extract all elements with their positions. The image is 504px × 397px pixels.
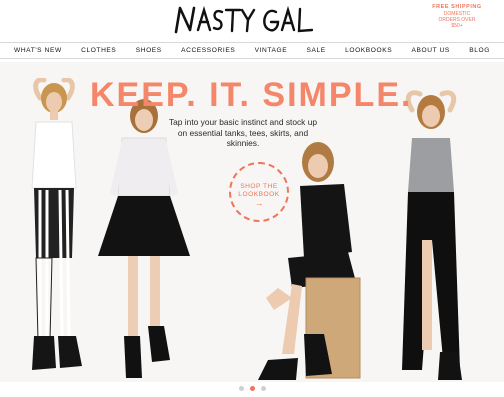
hero-tagline: Tap into your basic instinct and stock u… xyxy=(168,117,318,148)
free-shipping-line3: $50+ xyxy=(451,23,463,29)
nav-whats-new[interactable]: WHAT'S NEW xyxy=(14,47,62,54)
hero-headline: KEEP. IT. SIMPLE. xyxy=(90,76,413,114)
site-header: FREE SHIPPING DOMESTIC ORDERS OVER $50+ xyxy=(0,0,504,42)
arrow-right-icon: → xyxy=(254,198,264,208)
carousel-dot-1[interactable] xyxy=(238,386,244,391)
carousel-dot-3[interactable] xyxy=(260,386,266,391)
model-grey-tank-maxi xyxy=(402,90,462,380)
nav-shoes[interactable]: SHOES xyxy=(136,47,162,54)
carousel-pagination xyxy=(0,386,504,396)
hero-banner[interactable]: KEEP. IT. SIMPLE. Tap into your basic in… xyxy=(0,62,504,382)
nav-sale[interactable]: SALE xyxy=(307,47,326,54)
carousel-dot-2[interactable] xyxy=(249,386,255,391)
nav-blog[interactable]: BLOG xyxy=(469,47,490,54)
nav-lookbooks[interactable]: LOOKBOOKS xyxy=(345,47,392,54)
brand-logo[interactable] xyxy=(170,2,320,38)
main-nav: WHAT'S NEW CLOTHES SHOES ACCESSORIES VIN… xyxy=(0,42,504,59)
model-striped-leggings xyxy=(31,78,82,370)
cta-label: SHOP THE LOOKBOOK xyxy=(238,183,280,198)
nav-accessories[interactable]: ACCESSORIES xyxy=(181,47,235,54)
nav-about-us[interactable]: ABOUT US xyxy=(412,47,450,54)
logo-wordmark xyxy=(174,5,314,34)
nav-vintage[interactable]: VINTAGE xyxy=(255,47,288,54)
shop-lookbook-button[interactable]: SHOP THE LOOKBOOK → xyxy=(229,162,289,222)
nav-clothes[interactable]: CLOTHES xyxy=(81,47,116,54)
free-shipping-title: FREE SHIPPING xyxy=(432,4,482,10)
free-shipping-badge[interactable]: FREE SHIPPING DOMESTIC ORDERS OVER $50+ xyxy=(431,4,483,38)
